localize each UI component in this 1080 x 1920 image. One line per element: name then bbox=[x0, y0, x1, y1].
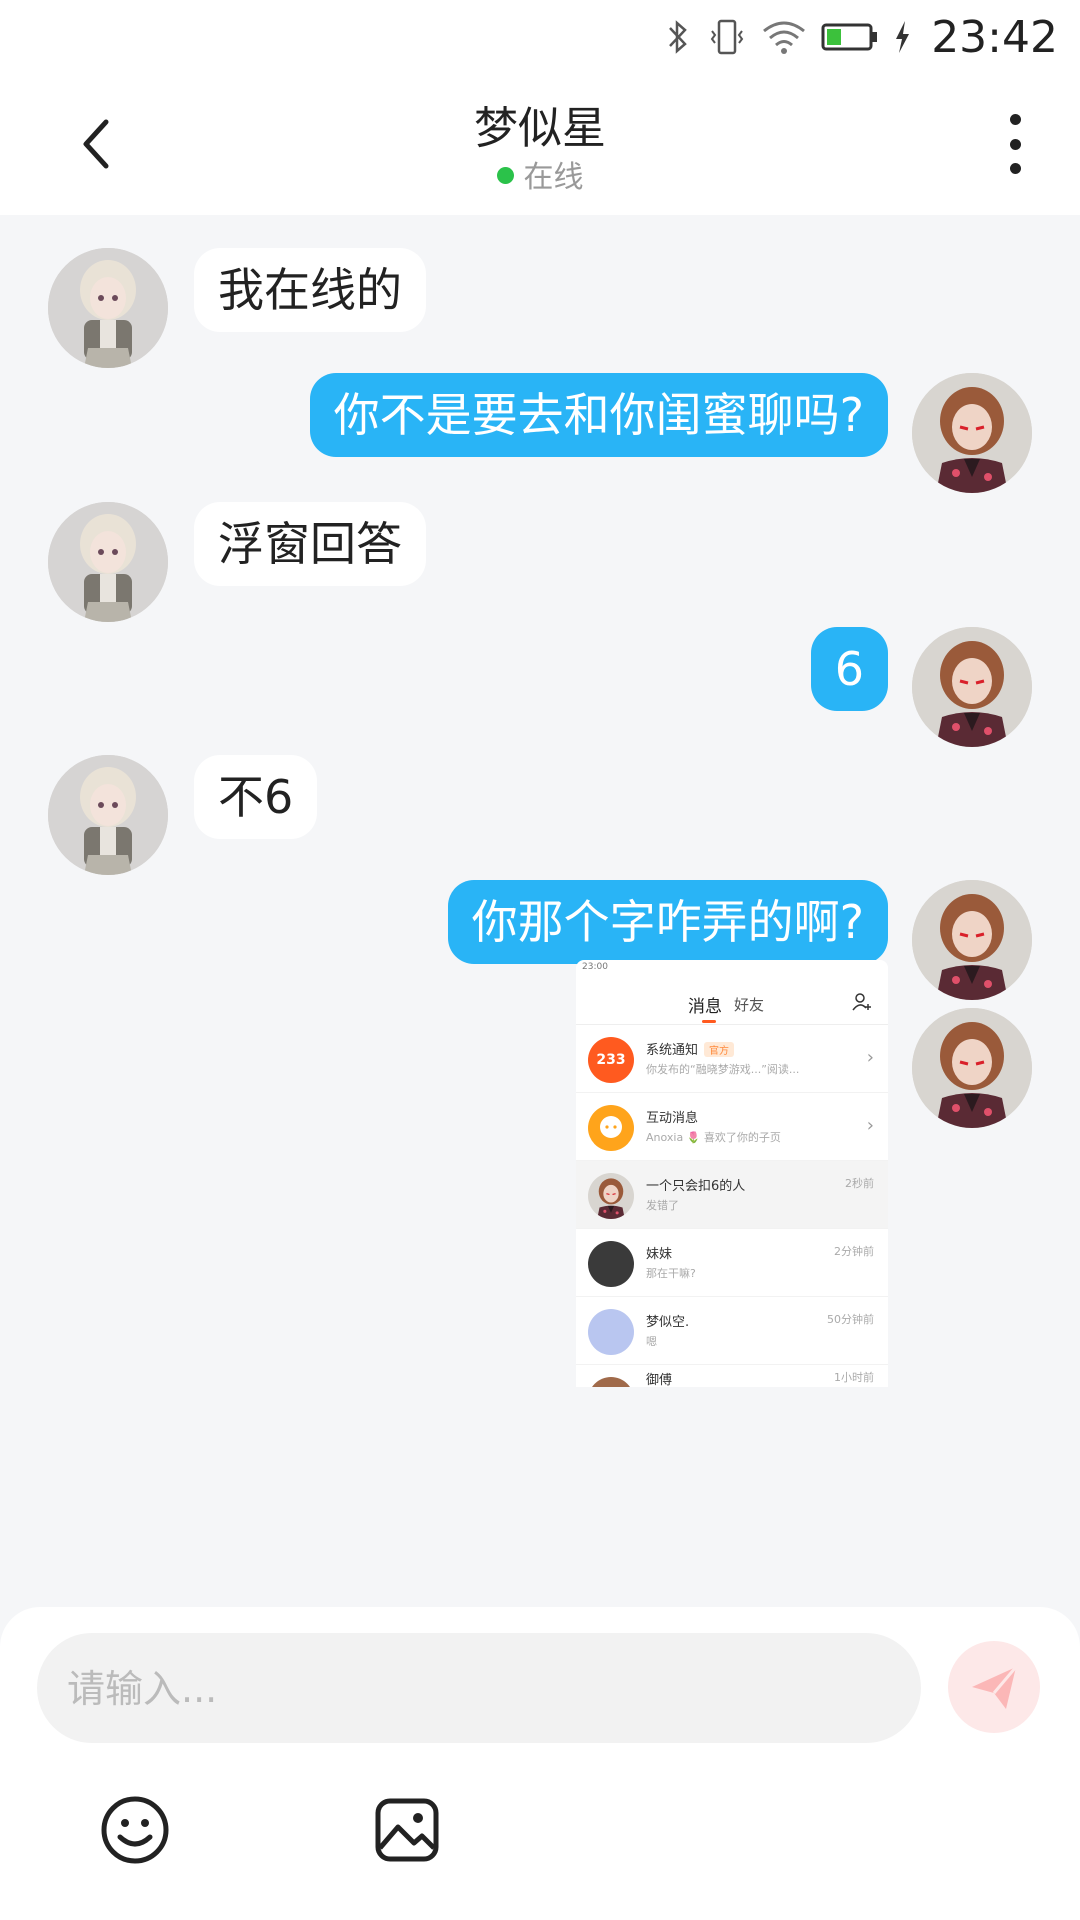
my-avatar[interactable] bbox=[912, 627, 1032, 747]
screenshot-row-time: 50分钟前 bbox=[827, 1313, 874, 1326]
message-bubble-incoming[interactable]: 不6 bbox=[194, 755, 318, 839]
screenshot-row: 梦似空. 嗯 50分钟前 bbox=[576, 1297, 888, 1365]
emoji-button[interactable] bbox=[98, 1793, 172, 1867]
contact-avatar[interactable] bbox=[48, 248, 168, 368]
avatar-image bbox=[48, 755, 168, 875]
screenshot-row-name: 御傅 bbox=[646, 1373, 673, 1387]
chat-title: 梦似星 bbox=[474, 103, 606, 154]
screenshot-row-time: 1小时前 bbox=[834, 1371, 874, 1384]
online-label: 在线 bbox=[523, 160, 584, 195]
status-icons: 23:42 bbox=[663, 11, 1058, 63]
message-bubble-outgoing[interactable]: 6 bbox=[810, 627, 888, 711]
my-avatar[interactable] bbox=[912, 880, 1032, 1000]
input-panel bbox=[0, 1607, 1080, 1920]
screenshot-row-time: 2秒前 bbox=[845, 1177, 874, 1190]
official-tag: 官方 bbox=[704, 1042, 735, 1057]
online-dot bbox=[496, 167, 514, 184]
message-bubble-incoming[interactable]: 浮窗回答 bbox=[194, 502, 426, 586]
charging-icon bbox=[896, 21, 910, 53]
screenshot-row-name: 一个只会扣6的人 bbox=[646, 1179, 746, 1194]
more-options-button[interactable] bbox=[990, 114, 1040, 174]
screenshot-avatar bbox=[588, 1241, 634, 1287]
screenshot-row-sub: 发错了 bbox=[646, 1199, 679, 1212]
screenshot-tab-friends: 好友 bbox=[734, 996, 765, 1014]
image-message[interactable]: 23:00 消息 好友 233 系统通知 官方 你发布的“融晓梦游戏...”阅读.… bbox=[576, 960, 888, 1387]
badge-233: 233 bbox=[588, 1037, 634, 1083]
screenshot-row: 互动消息 Anoxia 🌷 喜欢了你的子页 › bbox=[576, 1093, 888, 1161]
clock: 23:42 bbox=[931, 11, 1058, 63]
message-input-container bbox=[37, 1633, 921, 1745]
more-dot bbox=[1009, 163, 1021, 174]
screenshot-row-name: 系统通知 官方 bbox=[646, 1039, 735, 1058]
online-status: 在线 bbox=[0, 152, 1080, 196]
avatar-image bbox=[48, 248, 168, 368]
message-input[interactable] bbox=[65, 1633, 889, 1745]
screenshot-row-time: 2分钟前 bbox=[834, 1245, 874, 1258]
screenshot-row-name: 妹妹 bbox=[646, 1247, 673, 1262]
more-vertical-icon bbox=[1009, 114, 1021, 125]
message-list[interactable]: 我在线的 你不是要去和你闺蜜聊吗? 浮窗回答 6 不6 你那个字咋弄的啊? 23… bbox=[0, 215, 1080, 1605]
screenshot-tab-underline bbox=[702, 1020, 716, 1023]
image-icon bbox=[375, 1798, 439, 1862]
wifi-icon bbox=[763, 21, 806, 54]
more-dot bbox=[1009, 138, 1021, 150]
row-name-text: 系统通知 bbox=[646, 1043, 699, 1058]
message-bubble-incoming[interactable]: 我在线的 bbox=[194, 248, 426, 332]
screenshot-tabs: 消息 好友 bbox=[576, 980, 888, 1025]
avatar-image bbox=[912, 373, 1032, 493]
screenshot-row-sub: 嗯 bbox=[646, 1335, 657, 1348]
screenshot-row-name: 梦似空. bbox=[646, 1315, 690, 1330]
add-user-icon bbox=[852, 993, 871, 1011]
avatar-image bbox=[912, 880, 1032, 1000]
screenshot-tab-messages: 消息 bbox=[688, 997, 722, 1017]
vibrate-icon bbox=[710, 19, 744, 55]
screenshot-avatar bbox=[588, 1377, 634, 1387]
chat-header: 梦似星 在线 bbox=[0, 70, 1080, 215]
screenshot-row-sub: 你发布的“融晓梦游戏...”阅读... bbox=[646, 1063, 800, 1076]
avatar-image bbox=[912, 1008, 1032, 1128]
chevron-right-icon: › bbox=[866, 1115, 874, 1136]
avatar-image bbox=[912, 627, 1032, 747]
screenshot-avatar bbox=[588, 1173, 634, 1219]
chevron-right-icon: › bbox=[866, 1047, 874, 1068]
battery-icon bbox=[821, 23, 878, 51]
contact-avatar[interactable] bbox=[48, 755, 168, 875]
screenshot-avatar bbox=[588, 1309, 634, 1355]
send-button[interactable] bbox=[948, 1641, 1040, 1733]
screenshot-row: 233 系统通知 官方 你发布的“融晓梦游戏...”阅读... › bbox=[576, 1025, 888, 1093]
screenshot-row: 御傅 1小时前 bbox=[576, 1365, 888, 1387]
screenshot-row: 妹妹 那在干嘛? 2分钟前 bbox=[576, 1229, 888, 1297]
message-bubble-outgoing[interactable]: 你那个字咋弄的啊? bbox=[447, 880, 888, 964]
contact-avatar[interactable] bbox=[48, 502, 168, 622]
screenshot-status-bar: 23:00 bbox=[582, 962, 608, 972]
avatar-image bbox=[588, 1173, 634, 1219]
smile-icon bbox=[101, 1796, 169, 1864]
message-bubble-outgoing[interactable]: 你不是要去和你闺蜜聊吗? bbox=[309, 373, 888, 457]
send-icon bbox=[972, 1666, 1018, 1709]
image-button[interactable] bbox=[370, 1793, 444, 1867]
avatar-image bbox=[48, 502, 168, 622]
screenshot-row-sub: Anoxia 🌷 喜欢了你的子页 bbox=[646, 1131, 781, 1144]
screenshot-row-name: 互动消息 bbox=[646, 1111, 699, 1126]
screenshot-row: 一个只会扣6的人 发错了 2秒前 bbox=[576, 1161, 888, 1229]
chat-bubble-icon bbox=[600, 1116, 622, 1138]
screenshot-row-sub: 那在干嘛? bbox=[646, 1267, 696, 1280]
my-avatar[interactable] bbox=[912, 373, 1032, 493]
interaction-icon bbox=[588, 1105, 634, 1151]
bluetooth-icon bbox=[669, 20, 687, 54]
status-bar: 23:42 bbox=[0, 0, 1080, 70]
my-avatar[interactable] bbox=[912, 1008, 1032, 1128]
